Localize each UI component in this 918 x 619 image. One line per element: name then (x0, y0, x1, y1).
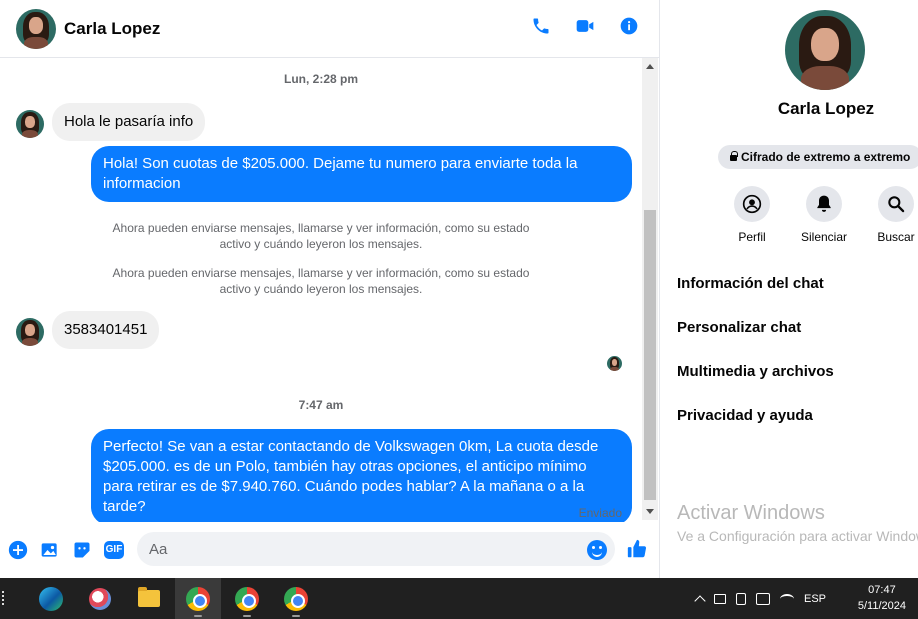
clock-time: 07:47 (868, 584, 896, 596)
activate-windows-title: Activar Windows (677, 502, 825, 524)
contact-avatar[interactable] (16, 8, 56, 49)
video-icon[interactable] (575, 15, 595, 37)
chrome-icon (186, 586, 210, 611)
wifi-icon[interactable] (780, 593, 794, 604)
outgoing-message[interactable]: Hola! Son cuotas de $205.000. Dejame tu … (91, 146, 632, 202)
file-explorer-app[interactable] (126, 578, 172, 619)
contact-avatar-small[interactable] (16, 318, 44, 346)
gif-icon[interactable]: GIF (104, 540, 124, 560)
composer: GIF (0, 528, 659, 572)
message-scrollbar[interactable] (642, 58, 658, 520)
chrome-app-3[interactable] (273, 578, 319, 619)
battery-icon[interactable] (756, 592, 770, 605)
system-notice: Ahora pueden enviarse mensajes, llamarse… (112, 221, 530, 251)
phone-icon[interactable] (531, 15, 551, 37)
scroll-down-arrow[interactable] (646, 509, 654, 514)
chrome-app-2[interactable] (224, 578, 270, 619)
system-notice: Ahora pueden enviarse mensajes, llamarse… (112, 266, 530, 296)
menu-customize-chat[interactable]: Personalizar chat (677, 319, 801, 336)
message-input[interactable] (137, 532, 615, 566)
menu-media-files[interactable]: Multimedia y archivos (677, 363, 834, 380)
folder-icon (138, 587, 160, 607)
menu-chat-info[interactable]: Información del chat (677, 275, 824, 292)
timestamp: 7:47 am (298, 398, 344, 412)
system-tray: ESP (694, 578, 826, 619)
plus-icon[interactable] (8, 540, 28, 560)
search-action[interactable]: Buscar (866, 186, 918, 244)
scroll-thumb[interactable] (644, 210, 656, 500)
edge-app[interactable] (28, 578, 74, 619)
message-list[interactable]: Lun, 2:28 pm Hola le pasaría info Hola! … (0, 58, 642, 522)
emoji-icon[interactable] (587, 540, 607, 560)
windows-taskbar: ESP 07:47 5/11/2024 (0, 578, 918, 619)
read-receipt-avatar (607, 356, 622, 371)
menu-privacy-help[interactable]: Privacidad y ayuda (677, 407, 813, 424)
incoming-message[interactable]: Hola le pasaría info (52, 103, 206, 141)
sent-status: Enviado (578, 506, 622, 520)
profile-action[interactable]: Perfil (722, 186, 782, 244)
chrome-icon (284, 586, 308, 611)
bell-icon (806, 186, 842, 222)
sticker-icon[interactable] (72, 540, 92, 560)
mute-action[interactable]: Silenciar (794, 186, 854, 244)
info-icon[interactable] (619, 15, 639, 37)
contact-avatar-small[interactable] (16, 110, 44, 138)
task-view-icon[interactable] (2, 591, 8, 605)
taskbar-clock[interactable]: 07:47 5/11/2024 (858, 582, 906, 614)
language-indicator[interactable]: ESP (804, 593, 826, 605)
like-icon[interactable] (626, 538, 648, 560)
chat-header: Carla Lopez (0, 0, 659, 58)
chrome-app-1[interactable] (175, 578, 221, 619)
contact-info-panel: Carla Lopez Cifrado de extremo a extremo… (659, 0, 918, 578)
profile-avatar-large[interactable] (785, 10, 865, 90)
edge-icon (39, 586, 63, 611)
activate-windows-subtitle: Ve a Configuración para activar Windows. (677, 528, 918, 544)
speaker-muted-icon[interactable] (714, 593, 726, 604)
timestamp: Lun, 2:28 pm (283, 72, 358, 86)
snipping-tool-app[interactable] (77, 578, 123, 619)
encryption-badge[interactable]: Cifrado de extremo a extremo (718, 145, 918, 169)
outgoing-message[interactable]: Perfecto! Se van a estar contactando de … (91, 429, 632, 522)
scroll-up-arrow[interactable] (646, 64, 654, 69)
incoming-message[interactable]: 3583401451 (52, 311, 160, 349)
lock-icon (730, 151, 738, 161)
profile-icon (734, 186, 770, 222)
snipping-tool-icon (89, 587, 111, 610)
image-icon[interactable] (40, 540, 60, 560)
search-icon (878, 186, 914, 222)
device-icon[interactable] (736, 592, 746, 605)
contact-name[interactable]: Carla Lopez (64, 19, 160, 39)
clock-date: 5/11/2024 (857, 600, 906, 612)
chrome-icon (235, 586, 259, 611)
chevron-up-icon[interactable] (694, 594, 706, 607)
profile-name: Carla Lopez (777, 99, 875, 118)
